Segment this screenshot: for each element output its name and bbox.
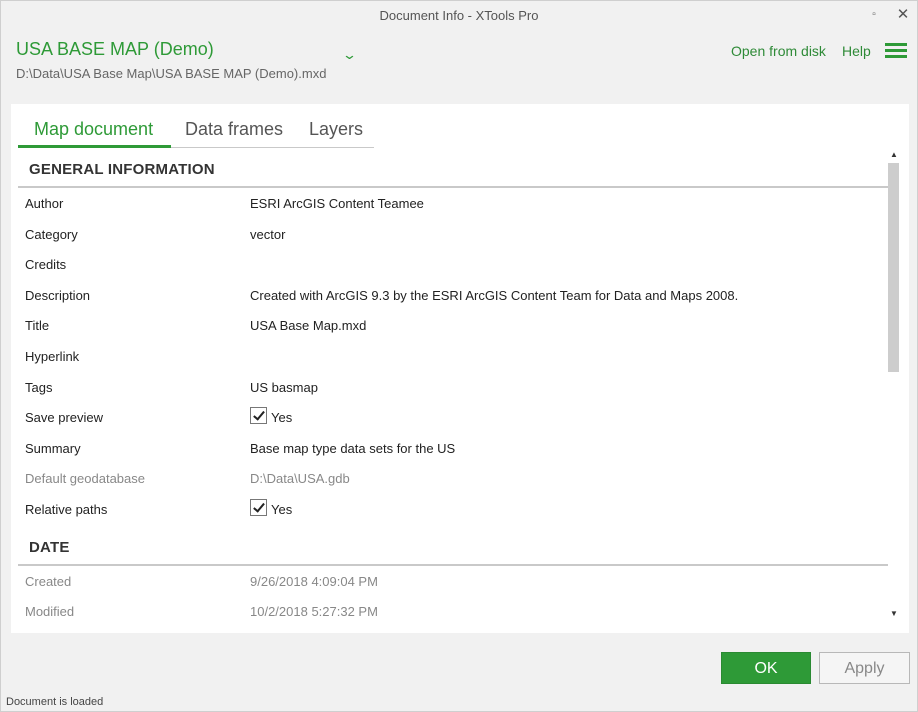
property-value[interactable]: Base map type data sets for the US	[250, 441, 455, 456]
document-header: USA BASE MAP (Demo)	[16, 39, 214, 60]
property-value[interactable]: USA Base Map.mxd	[250, 318, 366, 333]
property-row-default-geodatabase: Default geodatabase D:\Data\USA.gdb	[18, 463, 888, 493]
maximize-icon[interactable]: ▫	[863, 5, 885, 25]
property-row-summary: Summary Base map type data sets for the …	[18, 433, 888, 463]
window-title: Document Info - XTools Pro	[379, 8, 539, 23]
property-label: Modified	[25, 604, 75, 619]
close-icon[interactable]: ✕	[892, 5, 914, 25]
tab-layers[interactable]: Layers	[309, 119, 363, 140]
property-label: Save preview	[25, 410, 104, 425]
active-tab-indicator	[18, 145, 171, 148]
vertical-scrollbar[interactable]: ▲ ▼	[887, 150, 901, 624]
property-row-created: Created 9/26/2018 4:09:04 PM	[18, 566, 888, 596]
document-name: USA BASE MAP (Demo)	[16, 39, 214, 59]
property-value: 9/26/2018 4:09:04 PM	[250, 574, 378, 589]
property-label: Tags	[25, 380, 53, 395]
checkbox-label: Yes	[271, 410, 293, 425]
scroll-up-icon[interactable]: ▲	[889, 150, 899, 160]
tab-bar: Map document Data frames Layers	[18, 116, 374, 148]
property-label: Default geodatabase	[25, 471, 145, 486]
property-label: Relative paths	[25, 502, 108, 517]
property-value[interactable]: US basmap	[250, 380, 318, 395]
document-path: D:\Data\USA Base Map\USA BASE MAP (Demo)…	[16, 66, 327, 81]
property-value[interactable]: ESRI ArcGIS Content Teamee	[250, 196, 424, 211]
checkbox-label: Yes	[271, 502, 293, 517]
scroll-down-icon[interactable]: ▼	[889, 609, 899, 619]
property-label: Credits	[25, 257, 67, 272]
property-row-tags: Tags US basmap	[18, 372, 888, 402]
property-row-modified: Modified 10/2/2018 5:27:32 PM	[18, 596, 888, 626]
property-label: Description	[25, 288, 91, 303]
property-row-category: Category vector	[18, 219, 888, 249]
ok-button[interactable]: OK	[721, 652, 811, 684]
property-value: 10/2/2018 5:27:32 PM	[250, 604, 378, 619]
scroll-track[interactable]	[888, 163, 899, 607]
property-label: Title	[25, 318, 50, 333]
main-panel: Map document Data frames Layers GENERAL …	[11, 104, 909, 633]
property-label: Hyperlink	[25, 349, 80, 364]
property-value: D:\Data\USA.gdb	[250, 471, 350, 486]
property-label: Author	[25, 196, 64, 211]
scroll-thumb[interactable]	[888, 163, 899, 372]
menu-icon[interactable]	[885, 43, 907, 59]
tab-map-document[interactable]: Map document	[34, 119, 153, 140]
general-information-heading: GENERAL INFORMATION	[18, 154, 888, 188]
property-label: Created	[25, 574, 72, 589]
property-row-relative-paths: Relative paths Yes	[18, 494, 888, 524]
properties-content: GENERAL INFORMATION Author ESRI ArcGIS C…	[18, 154, 888, 633]
property-row-author: Author ESRI ArcGIS Content Teamee	[18, 188, 888, 218]
section-title: GENERAL INFORMATION	[29, 161, 215, 178]
save-preview-checkbox[interactable]	[250, 407, 267, 424]
property-row-description: Description Created with ArcGIS 9.3 by t…	[18, 280, 888, 310]
property-row-credits: Credits	[18, 249, 888, 279]
property-value[interactable]: Created with ArcGIS 9.3 by the ESRI ArcG…	[250, 288, 738, 303]
section-title: DATE	[29, 539, 70, 556]
property-label: Summary	[25, 441, 81, 456]
tab-data-frames[interactable]: Data frames	[185, 119, 283, 140]
date-heading: DATE	[18, 532, 888, 566]
relative-paths-checkbox[interactable]	[250, 499, 267, 516]
property-value[interactable]: vector	[250, 227, 285, 242]
title-bar: Document Info - XTools Pro ▫ ✕	[1, 1, 917, 31]
document-info-window: Document Info - XTools Pro ▫ ✕ USA BASE …	[0, 0, 918, 712]
open-from-disk-link[interactable]: Open from disk	[731, 43, 826, 59]
apply-button[interactable]: Apply	[819, 652, 910, 684]
property-label: Category	[25, 227, 78, 242]
property-row-save-preview: Save preview Yes	[18, 402, 888, 432]
chevron-down-icon[interactable]: ⌄	[342, 47, 357, 63]
help-link[interactable]: Help	[842, 43, 871, 59]
status-bar-text: Document is loaded	[6, 696, 104, 708]
property-row-hyperlink: Hyperlink	[18, 341, 888, 371]
property-row-title: Title USA Base Map.mxd	[18, 310, 888, 340]
